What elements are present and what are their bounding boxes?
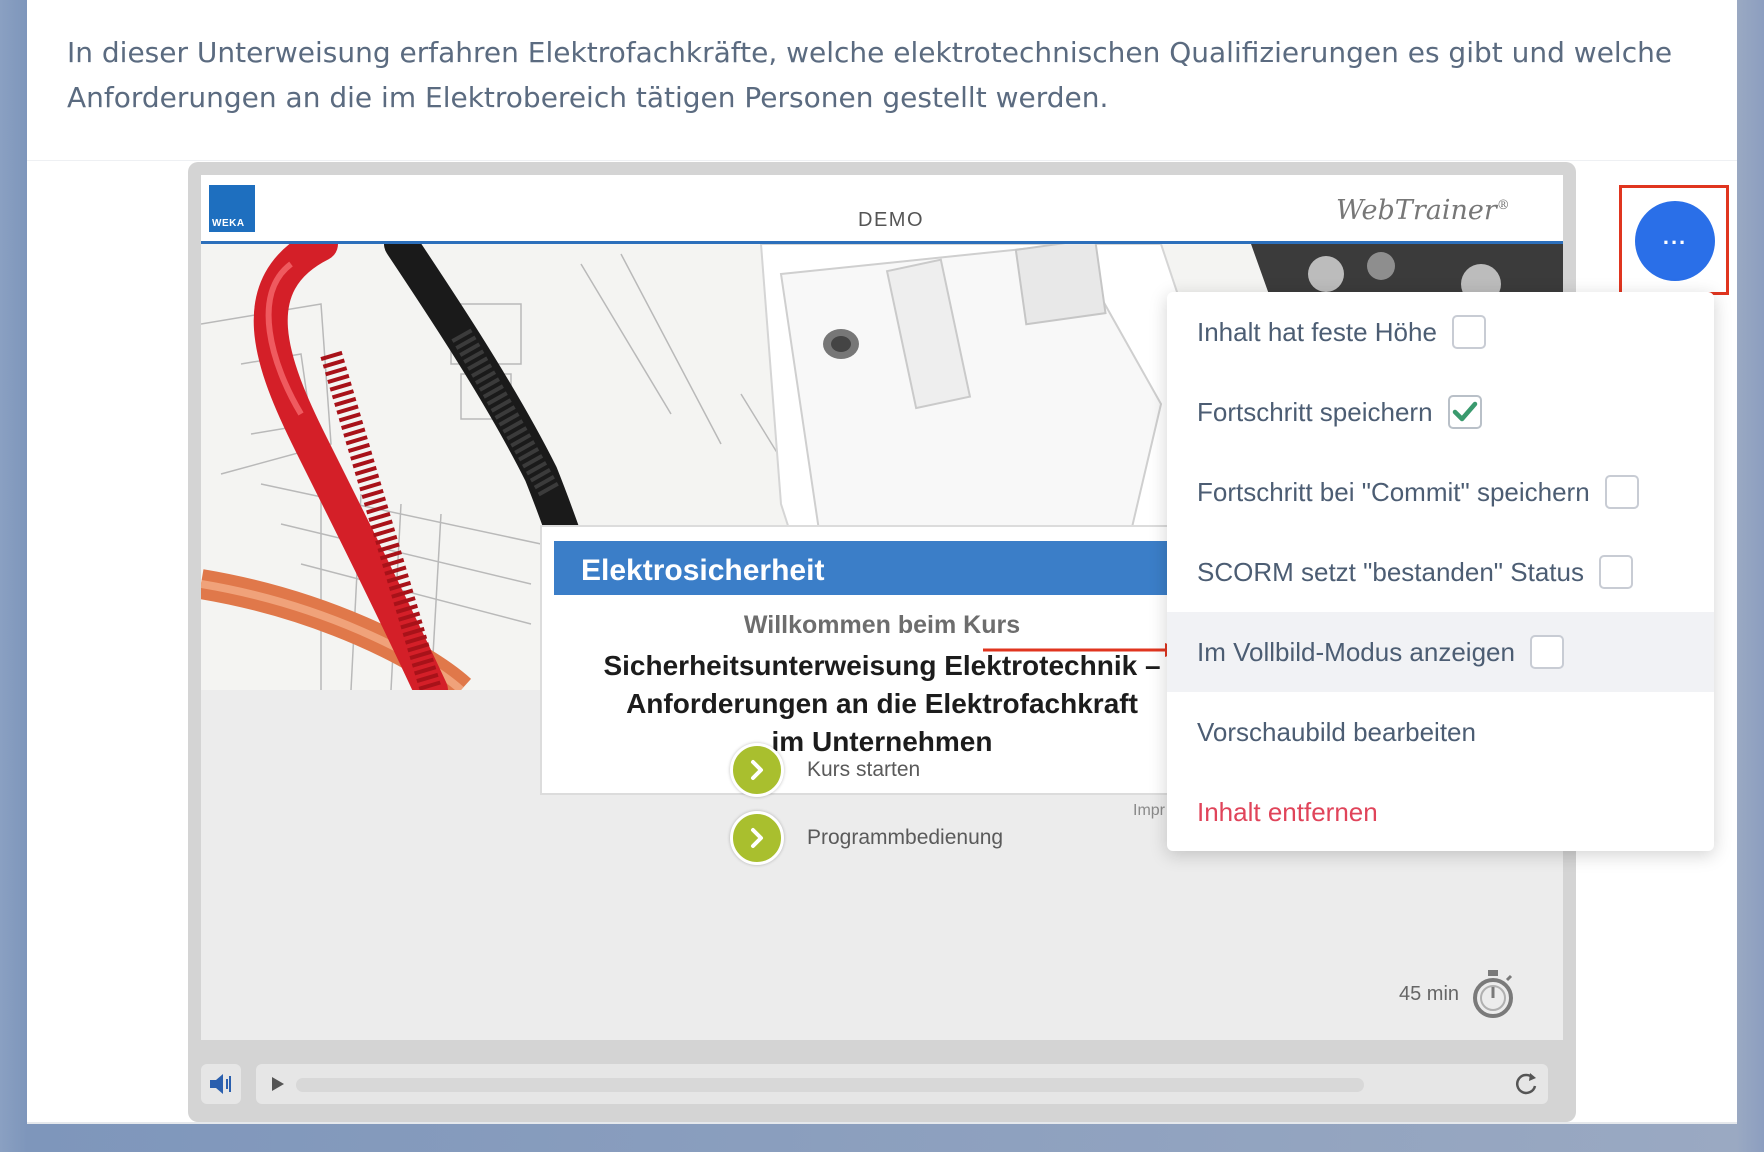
option-label: Fortschritt bei "Commit" speichern [1197,476,1590,507]
divider [27,160,1737,161]
option-save-progress[interactable]: Fortschritt speichern [1167,372,1714,452]
checkbox[interactable] [1529,635,1564,669]
replay-icon [1515,1073,1537,1095]
chevron-right-icon [730,811,784,865]
program-help-link[interactable]: Programmbedienung [730,811,1003,865]
replay-button[interactable] [1506,1064,1546,1104]
stage-header: WEKA DEMO WebTrainer® [201,175,1563,243]
progress-track[interactable] [296,1078,1364,1092]
weka-logo: WEKA [209,185,255,232]
option-scorm-passed[interactable]: SCORM setzt "bestanden" Status [1167,532,1714,612]
options-dropdown: Inhalt hat feste Höhe Fortschritt speich… [1167,292,1714,851]
start-course-label: Kurs starten [807,758,921,781]
bottom-divider [27,1122,1737,1124]
option-label: Fortschritt speichern [1197,396,1433,427]
play-button[interactable] [260,1064,294,1104]
start-course-link[interactable]: Kurs starten [730,743,920,797]
volume-button[interactable] [201,1064,241,1104]
seek-bar-container [256,1064,1548,1104]
option-remove-content[interactable]: Inhalt entfernen [1167,772,1714,852]
impressum-link[interactable]: Impr [1133,802,1165,820]
more-icon: ... [1662,224,1688,249]
checkbox-checked[interactable] [1447,395,1482,429]
welcome-title-bar: Elektrosicherheit [554,541,1234,595]
webtrainer-logo: WebTrainer® [1336,195,1510,226]
option-fullscreen[interactable]: Im Vollbild-Modus anzeigen [1167,612,1714,692]
option-label: Im Vollbild-Modus anzeigen [1197,636,1515,667]
checkbox[interactable] [1604,475,1639,509]
stopwatch-icon [1473,970,1514,1018]
option-label: Vorschaubild bearbeiten [1197,716,1476,747]
option-label: Inhalt hat feste Höhe [1197,316,1437,347]
option-fixed-height[interactable]: Inhalt hat feste Höhe [1167,292,1714,372]
program-help-label: Programmbedienung [807,826,1004,849]
more-options-button[interactable]: ... [1635,201,1715,281]
checkmark-icon [1452,401,1477,422]
chevron-right-icon [730,743,784,797]
demo-label: DEMO [858,209,924,231]
option-label: Inhalt entfernen [1197,796,1378,827]
checkbox[interactable] [1598,555,1633,589]
speaker-icon [210,1074,231,1094]
course-category-title: Elektrosicherheit [581,554,825,587]
option-edit-thumbnail[interactable]: Vorschaubild bearbeiten [1167,692,1714,772]
option-label: SCORM setzt "bestanden" Status [1197,556,1584,587]
play-icon [272,1077,284,1091]
intro-text: In dieser Unterweisung erfahren Elektrof… [67,36,1673,114]
checkbox[interactable] [1451,315,1486,349]
annotation-arrow [983,643,1183,657]
duration-label: 45 min [1399,982,1460,1005]
player-controls [201,1060,1563,1106]
welcome-subtitle: Willkommen beim Kurs [743,611,1021,639]
course-duration: 45 min [1399,968,1515,1020]
option-save-on-commit[interactable]: Fortschritt bei "Commit" speichern [1167,452,1714,532]
